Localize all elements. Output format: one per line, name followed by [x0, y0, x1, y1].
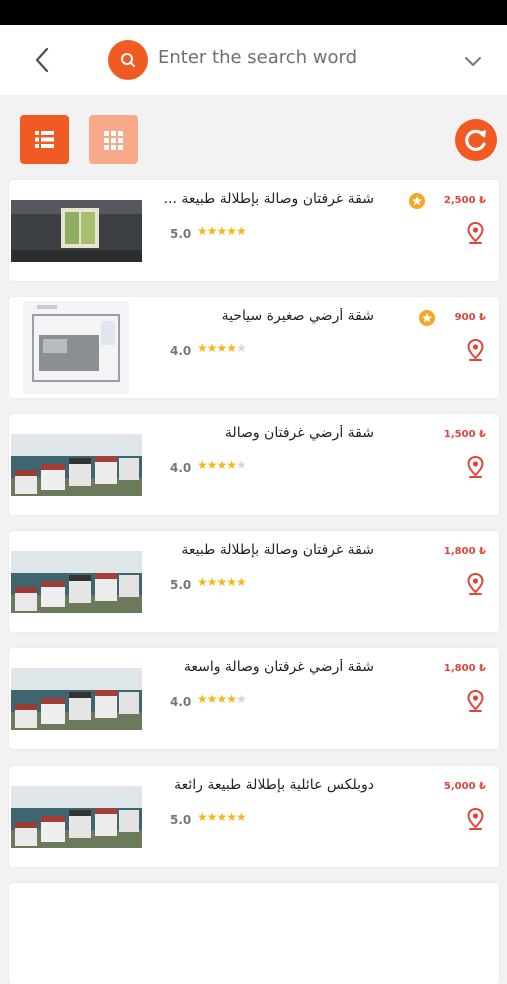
listing-title: شقة أرضي غرفتان وصالة واسعة: [183, 659, 374, 675]
listing-card[interactable]: شقة أرضي غرفتان وصالة 4.0 ★★★★★ 1,500 ₺: [9, 414, 499, 515]
listing-price: 900 ₺: [454, 312, 486, 323]
rating-value: 5.0: [170, 227, 192, 241]
location-pin-icon[interactable]: [467, 808, 484, 830]
star-rating: ★★★★★: [197, 575, 247, 589]
listing-card[interactable]: شقة أرضي صغيرة سياحية 4.0 ★★★★★ 900 ₺: [9, 297, 499, 398]
listing-photo: [11, 200, 142, 262]
location-pin-icon[interactable]: [467, 690, 484, 712]
refresh-icon: [465, 129, 486, 151]
chevron-left-icon[interactable]: [28, 45, 58, 75]
search-header: Enter the search word: [0, 25, 507, 95]
star-badge-icon: [419, 310, 435, 326]
location-pin-icon[interactable]: [467, 456, 484, 478]
search-input[interactable]: Enter the search word: [158, 47, 357, 68]
star-rating: ★★★★★: [197, 458, 247, 472]
status-bar: [0, 0, 507, 25]
search-icon: [121, 53, 135, 67]
list-view-button[interactable]: [20, 115, 69, 164]
listing-title: شقة غرفتان وصالة بإطلالة طبيعة ...: [163, 191, 374, 207]
listing-price: 1,800 ₺: [443, 663, 486, 674]
listing-photo: [11, 786, 142, 848]
location-pin-icon[interactable]: [467, 573, 484, 595]
rating-value: 5.0: [170, 813, 192, 827]
listing-price: 5,000 ₺: [443, 781, 486, 792]
listing-card[interactable]: دوبلكس عائلية بإطلالة طبيعة رائعة 5.0 ★★…: [9, 766, 499, 867]
star-rating: ★★★★★: [197, 341, 247, 355]
star-badge-icon: [409, 193, 425, 209]
star-rating: ★★★★★: [197, 224, 247, 238]
listing-photo: [11, 434, 142, 496]
chevron-down-icon[interactable]: [462, 50, 484, 72]
grid-view-button[interactable]: [89, 115, 138, 164]
listing-title: شقة غرفتان وصالة بإطلالة طبيعة: [181, 542, 374, 558]
listing-title: شقة أرضي غرفتان وصالة: [224, 425, 374, 441]
view-toolbar: [0, 95, 507, 175]
listing-price: 2,500 ₺: [443, 195, 486, 206]
listing-photo: [23, 301, 129, 394]
grid-icon: [104, 131, 123, 150]
listing-card[interactable]: [9, 883, 499, 984]
listing-card[interactable]: شقة أرضي غرفتان وصالة واسعة 4.0 ★★★★★ 1,…: [9, 648, 499, 749]
listing-card[interactable]: شقة غرفتان وصالة بإطلالة طبيعة 5.0 ★★★★★…: [9, 531, 499, 632]
listing-price: 1,500 ₺: [443, 429, 486, 440]
listing-photo: [11, 668, 142, 730]
rating-value: 5.0: [170, 578, 192, 592]
listing-price: 1,800 ₺: [443, 546, 486, 557]
listing-title: شقة أرضي صغيرة سياحية: [221, 308, 374, 324]
star-rating: ★★★★★: [197, 692, 247, 706]
rating-value: 4.0: [170, 695, 192, 709]
listing-title: دوبلكس عائلية بإطلالة طبيعة رائعة: [174, 777, 374, 793]
location-pin-icon[interactable]: [467, 222, 484, 244]
star-rating: ★★★★★: [197, 810, 247, 824]
search-button[interactable]: [108, 40, 148, 80]
listing-photo: [11, 551, 142, 613]
location-pin-icon[interactable]: [467, 339, 484, 361]
listing-card[interactable]: شقة غرفتان وصالة بإطلالة طبيعة ... 5.0 ★…: [9, 180, 499, 281]
rating-value: 4.0: [170, 344, 192, 358]
rating-value: 4.0: [170, 461, 192, 475]
list-icon: [35, 131, 54, 148]
refresh-button[interactable]: [455, 119, 497, 161]
